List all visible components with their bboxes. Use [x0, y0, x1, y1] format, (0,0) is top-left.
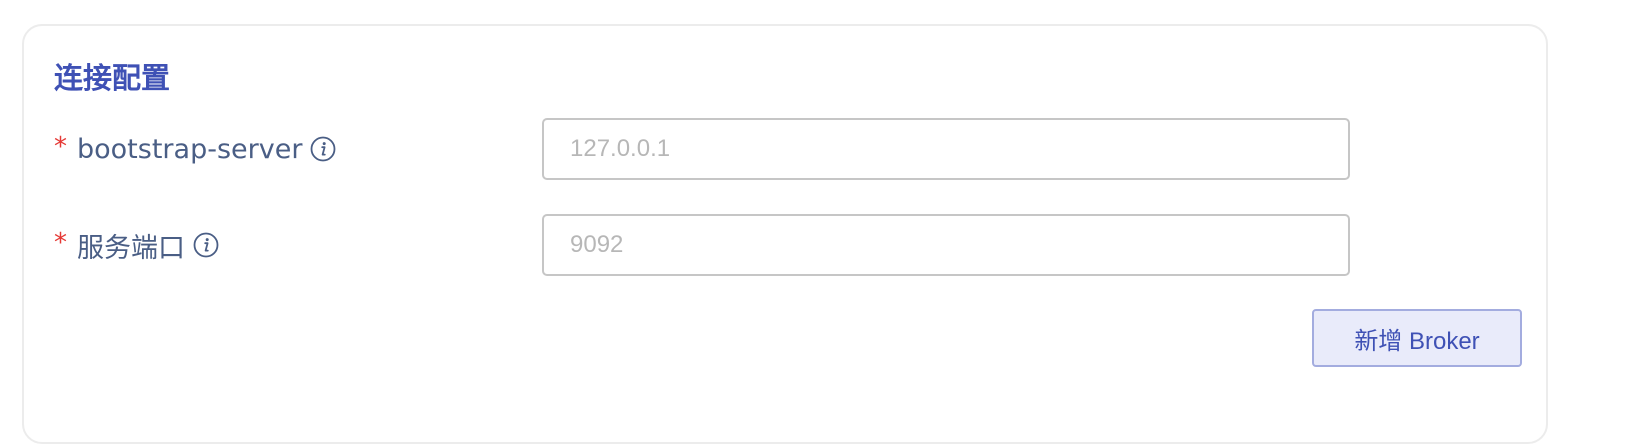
- field-label-text: 服务端口: [77, 232, 185, 264]
- info-icon[interactable]: [193, 232, 219, 258]
- info-icon[interactable]: [310, 136, 336, 162]
- add-broker-button[interactable]: 新增 Broker: [1312, 309, 1522, 367]
- service-port-input[interactable]: [542, 214, 1350, 276]
- required-mark: *: [54, 228, 67, 258]
- form-row-bootstrap-server: * bootstrap-server: [54, 118, 1546, 180]
- field-label-bootstrap-server: * bootstrap-server: [54, 118, 336, 180]
- form-row-service-port: * 服务端口: [54, 214, 1546, 276]
- bootstrap-server-input[interactable]: [542, 118, 1350, 180]
- required-mark: *: [54, 132, 67, 162]
- field-label-text: bootstrap-server: [77, 133, 303, 165]
- connection-config-card: 连接配置 * bootstrap-server * 服务端口: [22, 24, 1548, 444]
- field-label-service-port: * 服务端口: [54, 214, 219, 276]
- section-title: 连接配置: [54, 61, 171, 95]
